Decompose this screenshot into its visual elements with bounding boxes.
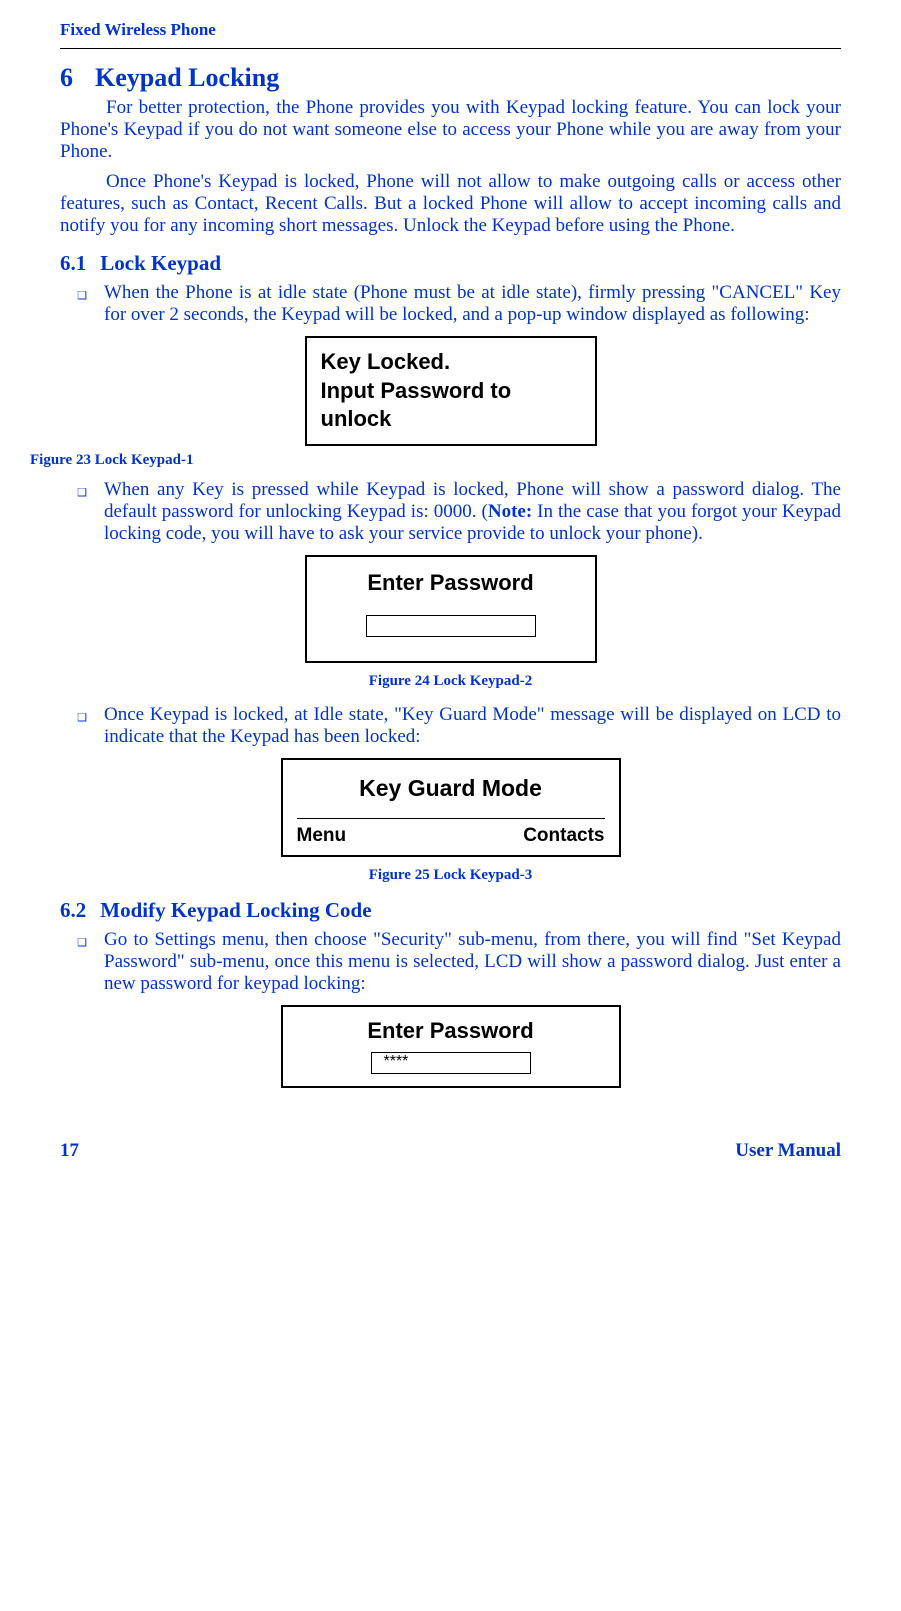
screen-key-guard-mode: Key Guard Mode Menu Contacts (281, 758, 621, 857)
screen-enter-password-2: Enter Password **** (281, 1005, 621, 1088)
screen-enter-password-1: Enter Password (305, 555, 597, 664)
password-input-1[interactable] (366, 615, 536, 637)
softkey-contacts[interactable]: Contacts (523, 825, 604, 847)
bullet-icon: ❑ (60, 282, 104, 326)
figure-23-caption: Figure 23 Lock Keypad-1 (30, 452, 841, 469)
softkey-row: Menu Contacts (297, 825, 605, 847)
section-6-2-title: Modify Keypad Locking Code (100, 898, 371, 923)
screen-divider (297, 818, 605, 819)
softkey-menu[interactable]: Menu (297, 825, 347, 847)
footer-label: User Manual (735, 1140, 841, 1162)
figure-25-caption: Figure 25 Lock Keypad-3 (60, 867, 841, 884)
bullet-6-1-1-text: When the Phone is at idle state (Phone m… (104, 282, 841, 326)
bullet-icon: ❑ (60, 479, 104, 545)
screen-key-guard-title: Key Guard Mode (297, 774, 605, 804)
section-6-1-title: Lock Keypad (100, 251, 221, 276)
section-6-2-number: 6.2 (60, 898, 86, 923)
section-6-number: 6 (60, 63, 73, 93)
bullet-6-1-3: ❑ Once Keypad is locked, at Idle state, … (60, 704, 841, 748)
section-6-para-2: Once Phone's Keypad is locked, Phone wil… (60, 171, 841, 237)
screen-key-locked-line2: Input Password to (321, 377, 581, 406)
bullet-icon: ❑ (60, 704, 104, 748)
bullet-icon: ❑ (60, 929, 104, 995)
bullet-6-2-1: ❑ Go to Settings menu, then choose "Secu… (60, 929, 841, 995)
section-6-heading: 6 Keypad Locking (60, 63, 841, 93)
bullet-6-2-1-text: Go to Settings menu, then choose "Securi… (104, 929, 841, 995)
screen-key-locked: Key Locked. Input Password to unlock (305, 336, 597, 446)
page-number: 17 (60, 1140, 79, 1162)
password-input-2[interactable]: **** (371, 1052, 531, 1074)
screen-key-locked-line1: Key Locked. (321, 348, 581, 377)
section-6-1-number: 6.1 (60, 251, 86, 276)
figure-24-caption: Figure 24 Lock Keypad-2 (60, 673, 841, 690)
section-6-2-heading: 6.2 Modify Keypad Locking Code (60, 898, 841, 923)
bullet-6-1-2: ❑ When any Key is pressed while Keypad i… (60, 479, 841, 545)
header-product: Fixed Wireless Phone (60, 20, 841, 40)
bullet-6-1-2-text: When any Key is pressed while Keypad is … (104, 479, 841, 545)
screen-enter-password-2-title: Enter Password (297, 1017, 605, 1046)
page-container: Fixed Wireless Phone 6 Keypad Locking Fo… (0, 0, 901, 1192)
page-footer: 17 User Manual (60, 1140, 841, 1162)
section-6-para-1: For better protection, the Phone provide… (60, 97, 841, 163)
bullet-6-1-2-note: Note: (488, 501, 532, 522)
bullet-6-1-1: ❑ When the Phone is at idle state (Phone… (60, 282, 841, 326)
header-rule (60, 48, 841, 49)
section-6-1-heading: 6.1 Lock Keypad (60, 251, 841, 276)
screen-enter-password-1-title: Enter Password (317, 569, 585, 598)
bullet-6-1-3-text: Once Keypad is locked, at Idle state, "K… (104, 704, 841, 748)
section-6-title: Keypad Locking (95, 63, 279, 93)
screen-key-locked-line3: unlock (321, 405, 581, 434)
